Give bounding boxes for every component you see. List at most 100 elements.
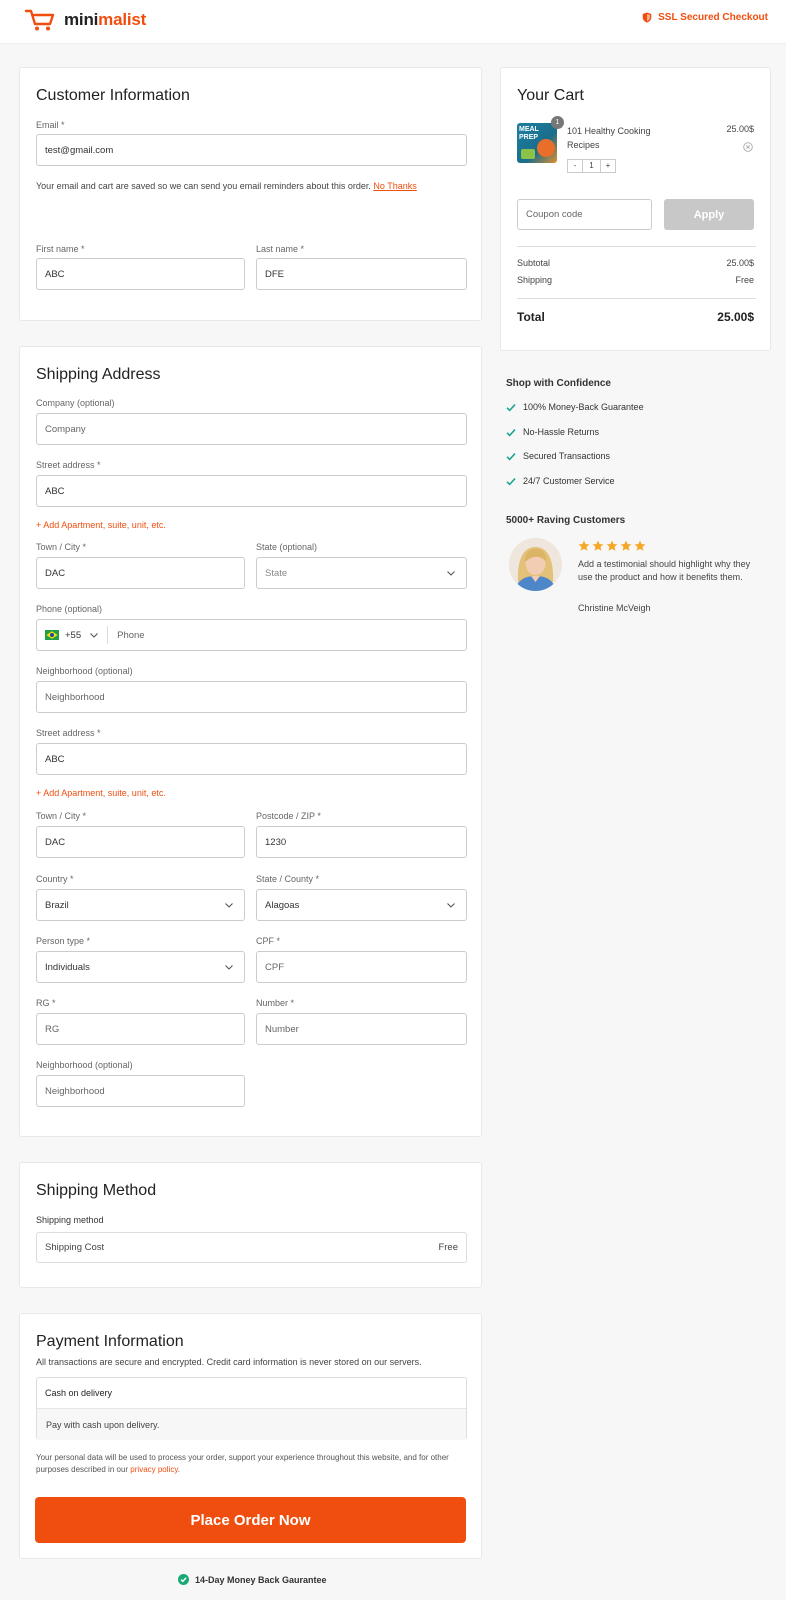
total-label: Total: [517, 310, 545, 324]
chevron-down-icon: [225, 903, 233, 908]
last-name-field[interactable]: DFE: [256, 258, 467, 290]
check-circle-icon: [178, 1574, 189, 1585]
privacy-note: Your personal data will be used to proce…: [36, 1453, 449, 1474]
town-city-field[interactable]: DAC: [36, 557, 245, 589]
no-thanks-link[interactable]: No Thanks: [373, 181, 416, 191]
town-city-2-label: Town / City *: [36, 811, 87, 821]
payment-information-title: Payment Information: [36, 1333, 184, 1350]
street-address-field[interactable]: ABC: [36, 475, 467, 507]
star-icon: [606, 540, 618, 551]
town-city-2-field[interactable]: DAC: [36, 826, 245, 858]
customer-information-title: Customer Information: [36, 87, 190, 104]
number-field[interactable]: Number: [256, 1013, 467, 1045]
first-name-field[interactable]: ABC: [36, 258, 245, 290]
neighborhood-label: Neighborhood (optional): [36, 666, 133, 676]
confidence-item: 24/7 Customer Service: [506, 476, 615, 486]
your-cart-card: Your Cart MEAL PREP 1 101 Healthy Cookin…: [500, 67, 771, 351]
star-icon: [634, 540, 646, 551]
place-order-button[interactable]: Place Order Now: [35, 1497, 466, 1543]
country-select[interactable]: Brazil: [36, 889, 245, 921]
your-cart-title: Your Cart: [517, 87, 584, 104]
payment-method-desc: Pay with cash upon delivery.: [46, 1420, 160, 1430]
testimonial-title: 5000+ Raving Customers: [506, 515, 626, 526]
ssl-badge: SSL Secured Checkout: [642, 12, 768, 23]
confidence-item-text: Secured Transactions: [523, 451, 611, 461]
street-address-2-field[interactable]: ABC: [36, 743, 467, 775]
state-select[interactable]: State: [256, 557, 467, 589]
phone-placeholder: Phone: [117, 629, 145, 641]
cart-item-badge: 1: [551, 116, 564, 129]
checkmark-icon: [506, 452, 516, 461]
payment-method-box[interactable]: Cash on delivery Pay with cash upon deli…: [36, 1377, 467, 1440]
shipping-option[interactable]: Shipping Cost Free: [36, 1232, 467, 1263]
country-select-value: Brazil: [45, 899, 69, 911]
state-county-select[interactable]: Alagoas: [256, 889, 467, 921]
neighborhood-2-field[interactable]: Neighborhood: [36, 1075, 245, 1107]
logo[interactable]: minimalist: [24, 8, 146, 32]
person-type-label: Person type *: [36, 936, 91, 946]
cpf-field[interactable]: CPF: [256, 951, 467, 983]
company-label: Company (optional): [36, 398, 115, 408]
customer-information-card: Customer Information Email * test@gmail.…: [19, 67, 482, 321]
rg-field[interactable]: RG: [36, 1013, 245, 1045]
subtotal-value: 25.00$: [726, 258, 754, 268]
cart-logo-icon: [24, 9, 55, 31]
divider: [517, 298, 756, 299]
shop-confidence-title: Shop with Confidence: [506, 378, 611, 389]
company-field[interactable]: Company: [36, 413, 467, 445]
confidence-item-text: 100% Money-Back Guarantee: [523, 402, 644, 412]
remove-item-icon[interactable]: [743, 142, 753, 152]
shipping-option-price: Free: [438, 1242, 458, 1253]
neighborhood-2-label: Neighborhood (optional): [36, 1060, 133, 1070]
chevron-down-icon: [90, 633, 99, 638]
chevron-down-icon: [447, 571, 455, 576]
number-label: Number *: [256, 998, 295, 1008]
chevron-down-icon: [225, 965, 233, 970]
subtotal-label: Subtotal: [517, 258, 551, 268]
country-code-selector[interactable]: +55: [37, 626, 109, 644]
person-type-select[interactable]: Individuals: [36, 951, 245, 983]
privacy-policy-link[interactable]: privacy policy: [130, 1465, 177, 1474]
shipping-method-card: Shipping Method Shipping method Shipping…: [19, 1162, 482, 1288]
quantity-stepper: - 1 +: [567, 159, 616, 173]
coupon-field[interactable]: Coupon code: [517, 199, 652, 230]
confidence-item-text: No-Hassle Returns: [523, 427, 600, 437]
shipping-method-title: Shipping Method: [36, 1182, 157, 1199]
add-apartment-link-2[interactable]: + Add Apartment, suite, unit, etc.: [36, 788, 166, 798]
last-name-label: Last name *: [256, 244, 305, 254]
postcode-field[interactable]: 1230: [256, 826, 467, 858]
email-label: Email *: [36, 120, 65, 130]
shipping-label: Shipping: [517, 275, 553, 285]
ssl-text: SSL Secured Checkout: [658, 12, 768, 23]
shield-icon: [642, 12, 652, 23]
town-city-label: Town / City *: [36, 542, 87, 552]
cart-item-price: 25.00$: [726, 124, 754, 134]
email-note: Your email and cart are saved so we can …: [36, 181, 417, 191]
qty-plus-button[interactable]: +: [600, 160, 615, 172]
street-address-2-label: Street address *: [36, 728, 101, 738]
add-apartment-link[interactable]: + Add Apartment, suite, unit, etc.: [36, 520, 166, 530]
confidence-item-text: 24/7 Customer Service: [523, 476, 615, 486]
email-field[interactable]: test@gmail.com: [36, 134, 467, 166]
neighborhood-field[interactable]: Neighborhood: [36, 681, 467, 713]
shipping-option-name: Shipping Cost: [45, 1242, 105, 1253]
testimonial-text: Add a testimonial should highlight why t…: [578, 559, 751, 582]
shipping-address-title: Shipping Address: [36, 366, 161, 383]
apply-button[interactable]: Apply: [664, 199, 754, 230]
qty-value[interactable]: 1: [583, 160, 600, 172]
postcode-label: Postcode / ZIP *: [256, 811, 321, 821]
shipping-method-label: Shipping method: [36, 1215, 104, 1225]
shipping-value: Free: [735, 275, 754, 285]
cart-item-image: MEAL PREP: [517, 123, 557, 163]
total-value: 25.00$: [717, 310, 754, 324]
checkmark-icon: [506, 477, 516, 486]
checkmark-icon: [506, 428, 516, 437]
person-type-select-value: Individuals: [45, 961, 90, 973]
phone-field[interactable]: +55 Phone: [36, 619, 467, 651]
phone-code: +55: [65, 629, 82, 641]
star-icon: [592, 540, 604, 551]
brand-name: minimalist: [64, 10, 147, 29]
first-name-label: First name *: [36, 244, 85, 254]
qty-minus-button[interactable]: -: [568, 160, 583, 172]
cart-item-image-text: MEAL PREP: [519, 126, 539, 141]
